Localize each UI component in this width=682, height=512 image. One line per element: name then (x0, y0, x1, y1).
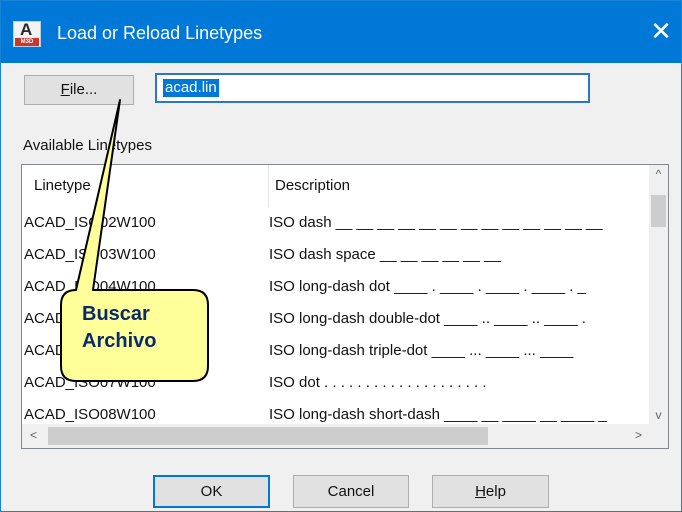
file-button[interactable]: File... (24, 75, 134, 105)
linetype-description: ISO long-dash triple-dot ____ ... ____ .… (269, 342, 574, 359)
linetype-description: ISO long-dash dot ____ . ____ . ____ . _… (269, 278, 586, 295)
callout-line-1: Buscar (82, 303, 150, 325)
linetype-description: ISO dot . . . . . . . . . . . . . . . . … (269, 374, 487, 391)
scroll-right-icon[interactable]: > (629, 426, 648, 445)
available-linetypes-label: Available Linetypes (23, 137, 152, 154)
list-header: Linetype Description (22, 165, 648, 207)
column-divider[interactable] (268, 165, 269, 207)
linetype-name: ACAD_ISO03W100 (24, 246, 156, 263)
file-button-mnemonic: F (60, 81, 70, 98)
linetype-name: ACAD_ISO07W100 (24, 374, 156, 391)
linetype-name: ACAD_ISO04W100 (24, 278, 156, 295)
linetype-description: ISO dash space __ __ __ __ __ __ (269, 246, 501, 263)
ok-button[interactable]: OK (153, 475, 270, 508)
list-item[interactable]: ACAD_ISO04W100 ISO long-dash dot ____ . … (22, 271, 648, 303)
scroll-up-icon[interactable]: ^ (649, 165, 668, 184)
callout-label: Buscar Archivo (82, 301, 212, 355)
scroll-down-icon[interactable]: v (649, 406, 668, 425)
load-linetypes-dialog: A M3D Load or Reload Linetypes ✕ File...… (0, 0, 682, 512)
file-button-label: ile... (69, 81, 98, 98)
file-name-value: acad.lin (163, 79, 219, 97)
list-item[interactable]: ACAD_ISO03W100 ISO dash space __ __ __ _… (22, 239, 648, 271)
linetype-name: ACAD_ISO02W100 (24, 214, 156, 231)
horizontal-scrollbar[interactable]: < > (22, 424, 668, 448)
app-icon: A M3D (13, 20, 41, 47)
app-icon-badge: M3D (15, 38, 39, 46)
list-item[interactable]: ACAD_ISO07W100 ISO dot . . . . . . . . .… (22, 367, 648, 399)
title-bar: A M3D Load or Reload Linetypes ✕ (1, 1, 681, 63)
column-header-description[interactable]: Description (275, 165, 635, 207)
scroll-left-icon[interactable]: < (24, 426, 43, 445)
cancel-button[interactable]: Cancel (293, 475, 409, 508)
linetype-description: ISO dash __ __ __ __ __ __ __ __ __ __ _… (269, 214, 603, 231)
help-button-mnemonic: H (475, 483, 486, 500)
vertical-scrollbar[interactable]: ^ v (649, 165, 668, 425)
close-icon[interactable]: ✕ (649, 18, 673, 44)
horizontal-scroll-thumb[interactable] (48, 427, 488, 445)
linetype-description: ISO long-dash double-dot ____ .. ____ ..… (269, 310, 586, 327)
app-icon-letter: A (20, 20, 33, 39)
list-item[interactable]: ACAD_ISO02W100 ISO dash __ __ __ __ __ _… (22, 207, 648, 239)
file-name-field[interactable]: acad.lin (155, 73, 590, 103)
vertical-scroll-thumb[interactable] (651, 195, 666, 227)
dialog-title: Load or Reload Linetypes (57, 23, 263, 43)
help-button[interactable]: Help (432, 475, 549, 508)
column-header-linetype[interactable]: Linetype (34, 165, 268, 207)
scrollbar-corner (649, 424, 668, 448)
callout-line-2: Archivo (82, 330, 157, 352)
help-button-label: elp (485, 483, 506, 500)
